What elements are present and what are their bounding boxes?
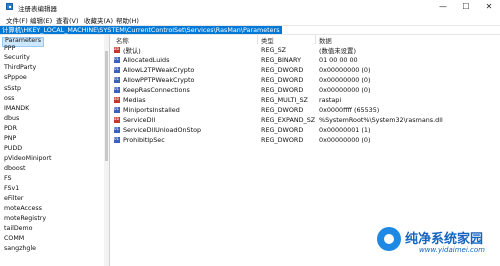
key-tree-pane[interactable]: Parameters PPP Security ThirdParty sPppo… (0, 35, 110, 266)
table-row[interactable]: AllowPPTPWeakCrypto REG_DWORD 0x00000000… (111, 76, 500, 85)
value-data: 0x00000000 (0) (319, 76, 371, 84)
tree-scrollbar-thumb[interactable] (105, 51, 108, 161)
tree-item[interactable]: pVideoMiniport (4, 155, 51, 163)
minimize-button[interactable]: — (432, 0, 454, 14)
value-type: REG_DWORD (261, 76, 304, 84)
value-data: 0x0000ffff (65535) (319, 106, 380, 114)
binary-value-icon (114, 106, 120, 113)
column-header-data[interactable]: 数据 (319, 36, 332, 45)
tree-item[interactable]: eFilter (4, 195, 23, 203)
table-row[interactable]: ProhibitIpSec REG_DWORD 0x00000000 (0) (111, 136, 500, 145)
table-row[interactable]: KeepRasConnections REG_DWORD 0x00000000 … (111, 86, 500, 95)
watermark-logo-inner (384, 234, 394, 244)
string-value-icon (114, 116, 120, 123)
tree-item[interactable]: sSstp (4, 85, 21, 93)
tree-item[interactable]: ThirdParty (4, 64, 36, 72)
tree-item[interactable]: moteRegistry (4, 215, 46, 223)
menu-help[interactable]: 帮助(H) (116, 15, 139, 25)
watermark-url: www.yidaimei.com (419, 246, 485, 254)
tree-item[interactable]: sangzhgle (4, 245, 36, 253)
string-value-icon (114, 46, 120, 53)
column-header-name[interactable]: 名称 (116, 36, 129, 45)
binary-value-icon (114, 76, 120, 83)
table-row[interactable]: MiniportsInstalled REG_DWORD 0x0000ffff … (111, 106, 500, 115)
tree-item[interactable]: FS (4, 175, 12, 183)
table-row[interactable]: AllowL2TPWeakCrypto REG_DWORD 0x00000000… (111, 66, 500, 75)
value-type: REG_DWORD (261, 86, 304, 94)
value-name: AllocatedLuids (123, 56, 170, 64)
value-data: 0x00000000 (0) (319, 66, 371, 74)
tree-item[interactable]: dbus (4, 115, 19, 123)
value-data: 0x00000000 (0) (319, 86, 371, 94)
table-row[interactable]: Medias REG_MULTI_SZ rastapi (111, 96, 500, 105)
value-type: REG_BINARY (261, 56, 301, 64)
value-name: KeepRasConnections (123, 86, 190, 94)
tree-item[interactable]: moteAccess (4, 205, 42, 213)
table-row[interactable]: ServiceDll REG_EXPAND_SZ %SystemRoot%\Sy… (111, 116, 500, 125)
column-divider[interactable] (257, 35, 258, 44)
maximize-button[interactable]: ☐ (455, 0, 477, 14)
tree-item[interactable]: sPppoe (4, 74, 27, 82)
title-bar: 注册表编辑器 — ☐ ✕ (0, 0, 500, 14)
watermark-logo-icon (377, 227, 401, 251)
address-path[interactable]: 计算机\HKEY_LOCAL_MACHINE\SYSTEM\CurrentCon… (0, 26, 282, 34)
binary-value-icon (114, 56, 120, 63)
tree-item[interactable]: COMM (4, 235, 24, 243)
value-data: 0x00000001 (1) (319, 126, 371, 134)
tree-item[interactable]: PNP (4, 135, 16, 143)
column-header-type[interactable]: 类型 (261, 36, 274, 45)
menu-file[interactable]: 文件(F) (6, 15, 28, 25)
tree-item[interactable]: PDR (4, 125, 17, 133)
value-type: REG_DWORD (261, 66, 304, 74)
value-name: ServiceDll (123, 116, 156, 124)
close-button[interactable]: ✕ (478, 0, 500, 14)
value-name: Medias (123, 96, 146, 104)
binary-value-icon (114, 86, 120, 93)
tree-item[interactable]: tailDemo (4, 225, 33, 233)
value-name: ServiceDllUnloadOnStop (123, 126, 202, 134)
tree-item[interactable]: PPP (4, 45, 15, 53)
table-row[interactable]: AllocatedLuids REG_BINARY 01 00 00 00 (111, 56, 500, 65)
value-name: AllowPPTPWeakCrypto (123, 76, 195, 84)
value-data: rastapi (319, 96, 342, 104)
value-type: REG_DWORD (261, 136, 304, 144)
binary-value-icon (114, 126, 120, 133)
value-type: REG_MULTI_SZ (261, 96, 308, 104)
value-type: REG_DWORD (261, 106, 304, 114)
value-name: (默认) (123, 47, 141, 55)
menu-bar: 文件(F) 编辑(E) 查看(V) 收藏夹(A) 帮助(H) (0, 14, 500, 25)
tree-item[interactable]: FSv1 (4, 185, 19, 193)
string-value-icon (114, 96, 120, 103)
value-data: (数值未设置) (319, 47, 356, 55)
value-name: AllowL2TPWeakCrypto (123, 66, 195, 74)
value-type: REG_EXPAND_SZ (261, 116, 316, 124)
address-bar[interactable]: 计算机\HKEY_LOCAL_MACHINE\SYSTEM\CurrentCon… (0, 25, 500, 35)
table-row[interactable]: (默认) REG_SZ (数值未设置) (111, 46, 500, 55)
watermark-text: 纯净系统家园 (405, 232, 484, 247)
value-data: 0x00000000 (0) (319, 136, 371, 144)
value-name: MiniportsInstalled (123, 106, 180, 114)
window-title: 注册表编辑器 (18, 5, 57, 13)
value-type: REG_SZ (261, 46, 287, 54)
value-data: %SystemRoot%\System32\rasmans.dll (319, 116, 443, 124)
tree-item[interactable]: dboost (4, 165, 25, 173)
watermark: 纯净系统家园 www.yidaimei.com (375, 215, 500, 266)
binary-value-icon (114, 66, 120, 73)
tree-item[interactable]: Security (4, 54, 30, 62)
menu-favorites[interactable]: 收藏夹(A) (84, 15, 113, 25)
tree-item[interactable]: IMANDK (4, 105, 29, 113)
menu-edit[interactable]: 编辑(E) (30, 15, 52, 25)
menu-view[interactable]: 查看(V) (56, 15, 79, 25)
tree-item[interactable]: oss (4, 95, 14, 103)
tree-item[interactable]: PUDD (4, 145, 22, 153)
value-type: REG_DWORD (261, 126, 304, 134)
binary-value-icon (114, 136, 120, 143)
value-data: 01 00 00 00 (319, 56, 358, 64)
value-name: ProhibitIpSec (123, 136, 165, 144)
table-row[interactable]: ServiceDllUnloadOnStop REG_DWORD 0x00000… (111, 126, 500, 135)
column-divider[interactable] (315, 35, 316, 44)
regedit-app-icon (6, 3, 13, 10)
